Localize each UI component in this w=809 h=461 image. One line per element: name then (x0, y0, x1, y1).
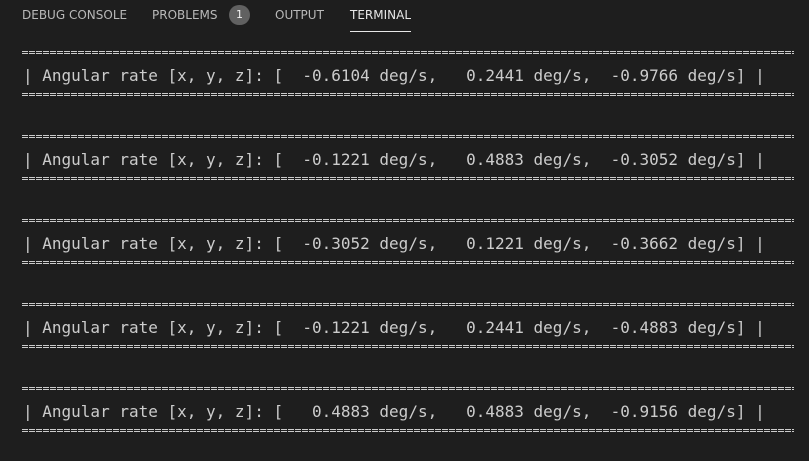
problems-count-badge: 1 (229, 5, 250, 25)
terminal-line: | Angular rate [x, y, z]: [ -0.1221 deg/… (23, 150, 765, 169)
terminal-line: | Angular rate [x, y, z]: [ -0.1221 deg/… (23, 318, 765, 337)
separator-line (22, 260, 794, 265)
separator-line (22, 218, 794, 223)
separator-line (22, 50, 794, 55)
tab-debug-console[interactable]: DEBUG CONSOLE (22, 0, 127, 31)
separator-line (22, 134, 794, 139)
separator-line (22, 302, 794, 307)
terminal-line: | Angular rate [x, y, z]: [ -0.6104 deg/… (23, 66, 765, 85)
separator-line (22, 92, 794, 97)
separator-line (22, 176, 794, 181)
terminal-line: | Angular rate [x, y, z]: [ -0.3052 deg/… (23, 234, 765, 253)
panel-tab-bar: DEBUG CONSOLE PROBLEMS 1 OUTPUT TERMINAL (0, 0, 809, 34)
separator-line (22, 386, 794, 391)
tab-output[interactable]: OUTPUT (275, 0, 324, 31)
separator-line (22, 344, 794, 349)
tab-terminal[interactable]: TERMINAL (350, 0, 412, 32)
terminal-output[interactable]: | Angular rate [x, y, z]: [ -0.6104 deg/… (0, 34, 809, 461)
bottom-panel: DEBUG CONSOLE PROBLEMS 1 OUTPUT TERMINAL… (0, 0, 809, 461)
separator-line (22, 428, 794, 433)
terminal-line: | Angular rate [x, y, z]: [ 0.4883 deg/s… (23, 402, 765, 421)
tab-problems[interactable]: PROBLEMS (152, 0, 218, 31)
